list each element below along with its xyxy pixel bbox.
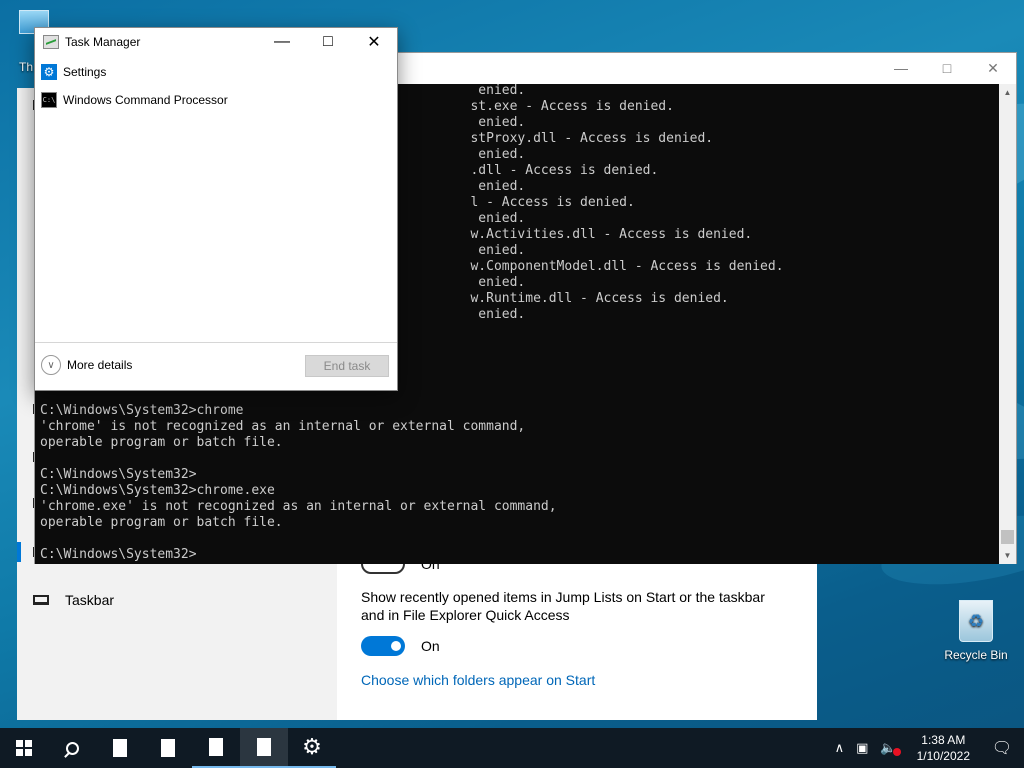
task-manager-icon [43, 35, 59, 49]
network-icon[interactable]: ▣ [850, 740, 874, 756]
more-details-label: More details [67, 358, 133, 372]
app-name: Windows Command Processor [63, 93, 228, 107]
minimize-icon: — [274, 33, 290, 50]
choose-folders-link[interactable]: Choose which folders appear on Start [361, 672, 595, 688]
clock-time: 1:38 AM [921, 733, 966, 747]
jump-lists-setting-label: Show recently opened items in Jump Lists… [361, 589, 765, 623]
this-pc-label: Th [19, 60, 34, 74]
volume-muted-icon[interactable]: 🔈 [874, 740, 906, 756]
window-title: Task Manager [65, 35, 141, 49]
console-line: 'chrome.exe' is not recognized as an int… [40, 499, 557, 514]
taskbar-app-button[interactable] [96, 728, 144, 768]
document-icon [209, 738, 223, 756]
task-manager-titlebar[interactable]: Task Manager — □ ✕ [35, 28, 397, 56]
console-line: 'chrome' is not recognized as an interna… [40, 419, 526, 434]
jump-lists-toggle[interactable] [361, 636, 405, 656]
console-line: C:\Windows\System32> [40, 547, 197, 562]
search-button[interactable] [48, 728, 96, 768]
minimize-button[interactable]: — [259, 28, 305, 56]
taskbar-app-button-active[interactable] [240, 728, 288, 768]
search-icon [65, 741, 79, 755]
scroll-up-arrow-icon[interactable]: ▲ [999, 84, 1016, 101]
chevron-down-icon: ∨ [41, 355, 61, 375]
taskbar-app-button[interactable] [192, 728, 240, 768]
sidebar-item-taskbar[interactable]: Taskbar [33, 592, 114, 608]
maximize-button[interactable]: □ [305, 28, 351, 56]
minimize-icon: — [894, 60, 908, 76]
maximize-icon: □ [942, 60, 952, 76]
app-name: Settings [63, 65, 107, 79]
gear-icon: ⚙ [302, 734, 322, 759]
system-tray: ∧ ▣ 🔈 1:38 AM 1/10/2022 🗨 [829, 728, 1024, 768]
console-line: C:\Windows\System32>chrome.exe [40, 483, 275, 498]
console-line: operable program or batch file. [40, 435, 283, 450]
console-line: C:\Windows\System32> [40, 467, 197, 482]
taskbar: ⚙ ∧ ▣ 🔈 1:38 AM 1/10/2022 🗨 [0, 728, 1024, 768]
scrollbar-thumb[interactable] [1001, 530, 1014, 544]
clock[interactable]: 1:38 AM 1/10/2022 [907, 732, 980, 764]
jump-lists-toggle-row: On [361, 636, 440, 656]
task-manager-window[interactable]: Task Manager — □ ✕ ⚙ Settings C:\ Window… [34, 27, 398, 391]
more-details-button[interactable]: ∨ More details [41, 355, 132, 375]
taskbar-settings-button[interactable]: ⚙ [288, 728, 336, 768]
notification-center-button[interactable]: 🗨 [980, 738, 1024, 758]
jump-lists-toggle-state: On [421, 638, 440, 654]
clock-date: 1/10/2022 [916, 749, 970, 763]
app-list: ⚙ Settings C:\ Windows Command Processor [35, 58, 397, 114]
taskbar-app-button[interactable] [144, 728, 192, 768]
windows-logo-icon [16, 740, 32, 756]
scroll-down-arrow-icon[interactable]: ▼ [999, 547, 1016, 564]
close-button[interactable]: ✕ [351, 28, 397, 56]
vertical-scrollbar[interactable]: ▲ ▼ [999, 84, 1016, 564]
document-icon [113, 739, 127, 757]
recycle-bin-icon [959, 600, 993, 642]
list-item[interactable]: C:\ Windows Command Processor [35, 86, 397, 114]
close-button[interactable]: ✕ [970, 53, 1016, 83]
document-icon [257, 738, 271, 756]
document-icon [161, 739, 175, 757]
chevron-up-icon[interactable]: ∧ [829, 740, 851, 756]
sidebar-selection-indicator [17, 542, 21, 562]
notification-icon: 🗨 [991, 740, 1013, 757]
close-icon: ✕ [987, 59, 999, 76]
start-button[interactable] [0, 728, 48, 768]
sidebar-item-label: Taskbar [65, 592, 115, 608]
task-manager-footer: ∨ More details End task [35, 342, 397, 390]
maximize-icon: □ [323, 33, 333, 50]
console-line: operable program or batch file. [40, 515, 283, 530]
close-icon: ✕ [367, 34, 381, 51]
console-line: C:\Windows\System32>chrome [40, 403, 244, 418]
recycle-bin-label: Recycle Bin [944, 648, 1008, 662]
end-task-button[interactable]: End task [305, 355, 389, 377]
taskbar-icon [33, 595, 49, 605]
recycle-bin-desktop-icon[interactable]: Recycle Bin [940, 600, 1012, 662]
list-item[interactable]: ⚙ Settings [35, 58, 397, 86]
maximize-button[interactable]: □ [924, 53, 970, 83]
minimize-button[interactable]: — [878, 53, 924, 83]
gear-icon: ⚙ [41, 64, 57, 80]
command-prompt-icon: C:\ [41, 92, 57, 108]
